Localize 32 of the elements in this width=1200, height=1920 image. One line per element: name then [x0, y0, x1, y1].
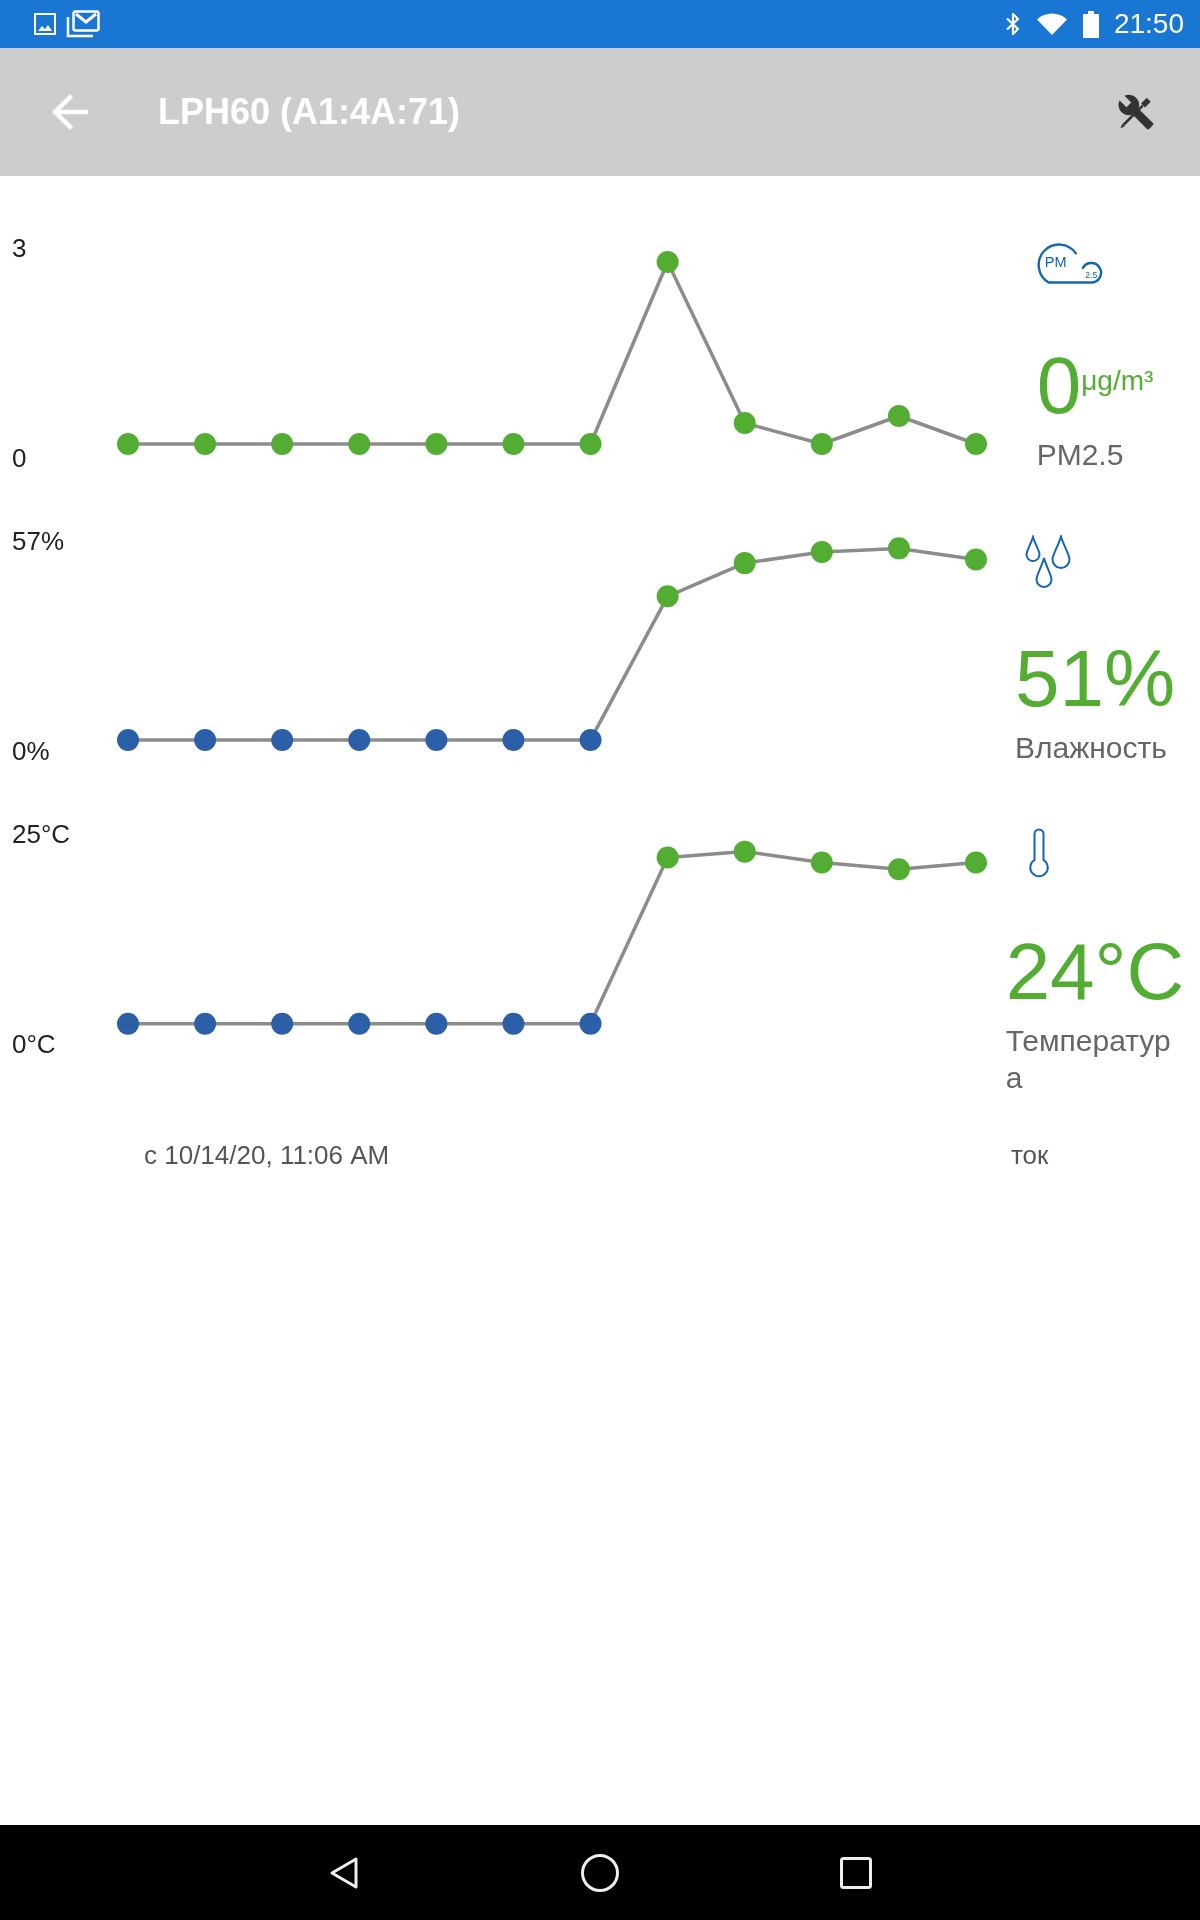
- image-icon: [34, 13, 56, 35]
- y-tick-label: 0%: [12, 736, 50, 766]
- sensor-reading: 51%: [1014, 639, 1176, 719]
- water-drops-icon: [1024, 535, 1071, 589]
- y-tick-label: 25°C: [12, 819, 71, 849]
- sensor-reading: 0: [1036, 346, 1082, 426]
- home-circle-icon: [580, 1852, 620, 1893]
- y-tick-label: 57%: [12, 526, 65, 556]
- sensor-label: PM2.5: [1036, 437, 1124, 473]
- sensor-reading: 24°C: [1005, 932, 1185, 1012]
- tools-icon: [1117, 93, 1155, 131]
- wifi-icon: [1035, 12, 1068, 36]
- tools-button[interactable]: [1117, 93, 1155, 131]
- mail-stack-icon: [66, 10, 100, 38]
- start-time-label: с 10/14/20, 11:06 AM: [144, 1139, 390, 1171]
- battery-icon: [1082, 10, 1099, 38]
- status-time: 21:50: [1113, 8, 1184, 40]
- icon-label: 2.5: [1084, 269, 1098, 280]
- sensor-label: Температура: [1005, 1023, 1172, 1096]
- y-tick-label: 3: [12, 233, 27, 263]
- thermometer-icon: [1026, 828, 1051, 879]
- unit-label: μg/m³: [1081, 365, 1154, 397]
- cloud-icon: [1037, 243, 1102, 284]
- y-tick-label: 0: [12, 443, 27, 473]
- footer-text: ток: [1011, 1139, 1049, 1171]
- sensor-label: Влажность: [1014, 730, 1167, 766]
- y-tick-label: 0°C: [12, 1029, 56, 1059]
- recents-square-icon: [840, 1856, 872, 1889]
- back-triangle-icon: [328, 1855, 360, 1890]
- bluetooth-icon: [1004, 11, 1021, 37]
- icon-label: PM: [1044, 254, 1067, 271]
- back-arrow-icon: [52, 94, 88, 130]
